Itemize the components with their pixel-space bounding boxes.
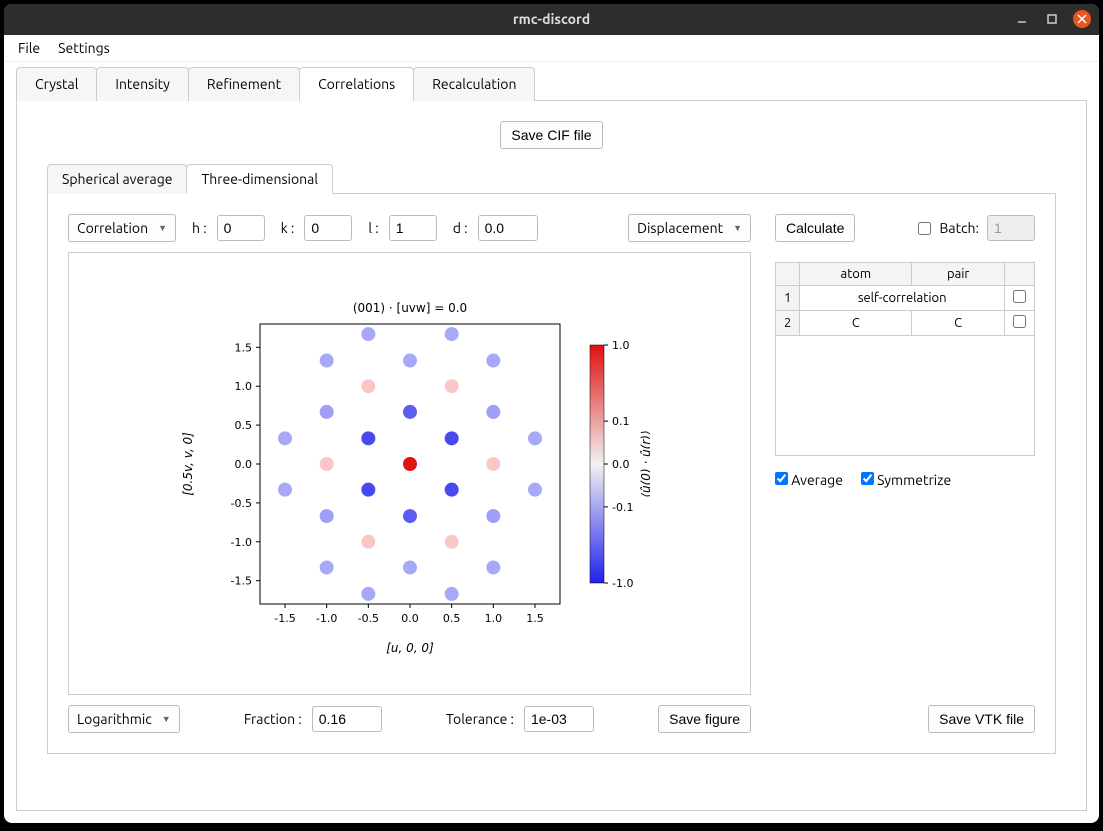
svg-text:0.0: 0.0 <box>401 612 419 625</box>
window-title: rmc-discord <box>513 11 590 27</box>
svg-text:(001) · [uvw] = 0.0: (001) · [uvw] = 0.0 <box>352 301 466 315</box>
calculate-button[interactable]: Calculate <box>775 214 855 242</box>
svg-text:[0.5v, v, 0]: [0.5v, v, 0] <box>181 431 195 495</box>
symmetrize-option[interactable]: Symmetrize <box>861 472 951 488</box>
main-tabs: Crystal Intensity Refinement Correlation… <box>16 66 1087 101</box>
svg-text:-1.5: -1.5 <box>274 612 295 625</box>
table-row: 2 C C <box>776 311 1035 336</box>
svg-text:1.0: 1.0 <box>612 339 630 352</box>
svg-text:-0.5: -0.5 <box>230 496 251 509</box>
correlation-dropdown[interactable]: Correlation ▼ <box>68 214 176 242</box>
chevron-down-icon: ▼ <box>162 714 171 724</box>
sub-tabs: Spherical average Three-dimensional <box>47 163 1056 194</box>
close-button[interactable] <box>1073 10 1091 28</box>
svg-text:-1.0: -1.0 <box>612 577 633 590</box>
displacement-dropdown[interactable]: Displacement ▼ <box>628 214 751 242</box>
tolerance-input[interactable] <box>524 706 594 732</box>
batch-checkbox[interactable] <box>918 222 931 235</box>
average-option[interactable]: Average <box>775 472 843 488</box>
tab-recalculation[interactable]: Recalculation <box>413 67 535 101</box>
k-input[interactable] <box>304 215 352 241</box>
svg-text:-0.5: -0.5 <box>357 612 378 625</box>
correlation-dropdown-label: Correlation <box>77 220 148 236</box>
col-atom[interactable]: atom <box>800 263 912 286</box>
fraction-label: Fraction : <box>244 711 302 727</box>
svg-text:0.0: 0.0 <box>612 458 630 471</box>
tab-intensity[interactable]: Intensity <box>96 67 189 101</box>
save-cif-button[interactable]: Save CIF file <box>500 121 602 149</box>
tab-refinement[interactable]: Refinement <box>188 67 300 101</box>
menu-settings[interactable]: Settings <box>58 40 110 56</box>
subtab-3d[interactable]: Three-dimensional <box>186 164 333 194</box>
cell-pair[interactable]: C <box>912 311 1005 336</box>
maximize-button[interactable] <box>1043 10 1061 28</box>
table-row: 1 self-correlation <box>776 286 1035 311</box>
svg-text:1.0: 1.0 <box>484 612 502 625</box>
l-label: l : <box>368 220 378 236</box>
batch-input[interactable] <box>987 215 1035 241</box>
svg-text:1.5: 1.5 <box>526 612 544 625</box>
svg-text:⟨û(0) · û(r)⟩: ⟨û(0) · û(r)⟩ <box>639 430 650 497</box>
save-vtk-button[interactable]: Save VTK file <box>928 705 1035 733</box>
l-input[interactable] <box>389 215 437 241</box>
save-figure-button[interactable]: Save figure <box>658 705 751 733</box>
cell-atom[interactable]: C <box>800 311 912 336</box>
chevron-down-icon: ▼ <box>158 223 167 233</box>
batch-label: Batch: <box>939 220 979 236</box>
svg-text:1.5: 1.5 <box>234 341 252 354</box>
titlebar: rmc-discord <box>4 4 1099 35</box>
tab-correlations[interactable]: Correlations <box>299 67 414 101</box>
correlation-plot: -1.5 -1.0 -0.5 0.0 0.5 1.0 1.5 -1.5 -1.0 -0.5 0.0 0… <box>68 252 751 695</box>
scale-dropdown[interactable]: Logarithmic ▼ <box>68 705 180 733</box>
scale-dropdown-label: Logarithmic <box>77 711 152 727</box>
svg-text:0.0: 0.0 <box>234 458 252 471</box>
cell-self-correlation[interactable]: self-correlation <box>800 286 1005 311</box>
row1-checkbox[interactable] <box>1013 290 1026 303</box>
chevron-down-icon: ▼ <box>733 223 742 233</box>
svg-text:0.5: 0.5 <box>234 419 252 432</box>
h-label: h : <box>192 220 207 236</box>
displacement-dropdown-label: Displacement <box>637 220 723 236</box>
svg-text:-1.0: -1.0 <box>230 535 251 548</box>
svg-text:-0.1: -0.1 <box>612 500 633 513</box>
subtab-spherical[interactable]: Spherical average <box>47 164 187 194</box>
average-checkbox[interactable] <box>775 472 788 485</box>
svg-text:1.0: 1.0 <box>234 380 252 393</box>
d-input[interactable] <box>478 215 538 241</box>
svg-text:-1.5: -1.5 <box>230 574 251 587</box>
h-input[interactable] <box>217 215 265 241</box>
symmetrize-checkbox[interactable] <box>861 472 874 485</box>
svg-text:-1.0: -1.0 <box>315 612 336 625</box>
tab-crystal[interactable]: Crystal <box>16 67 97 101</box>
menu-file[interactable]: File <box>18 40 40 56</box>
svg-text:[u, 0, 0]: [u, 0, 0] <box>386 641 434 655</box>
menubar: File Settings <box>4 35 1099 62</box>
row2-checkbox[interactable] <box>1013 315 1026 328</box>
col-pair[interactable]: pair <box>912 263 1005 286</box>
minimize-button[interactable] <box>1013 10 1031 28</box>
fraction-input[interactable] <box>312 706 382 732</box>
svg-text:0.1: 0.1 <box>612 415 630 428</box>
d-label: d : <box>453 220 468 236</box>
pair-table: atom pair 1 self-correlation 2 C C <box>775 262 1035 456</box>
tolerance-label: Tolerance : <box>446 711 514 727</box>
svg-text:0.5: 0.5 <box>442 612 460 625</box>
k-label: k : <box>281 220 295 236</box>
